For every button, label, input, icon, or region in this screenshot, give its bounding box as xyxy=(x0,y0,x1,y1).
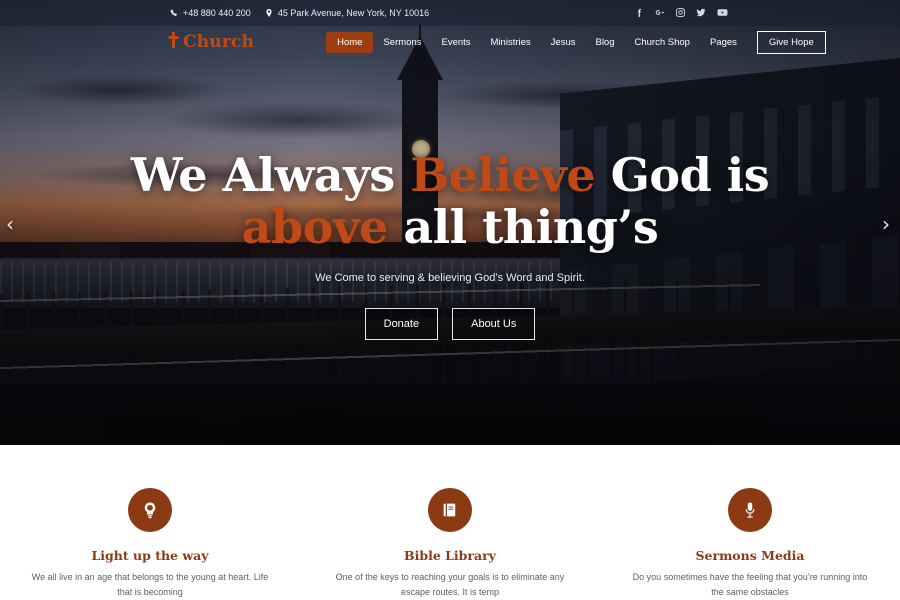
hero-buttons: Donate About Us xyxy=(0,307,900,340)
book-icon xyxy=(441,501,459,519)
features-section: Light up the way We all live in an age t… xyxy=(0,445,900,600)
feature-title: Sermons Media xyxy=(695,548,805,563)
nav-item-ministries[interactable]: Ministries xyxy=(481,32,541,53)
microphone-icon-circle xyxy=(728,488,772,532)
hero-content: We Always Believe God is above all thing… xyxy=(0,148,900,340)
headline-part-3: all thing’s xyxy=(387,199,659,254)
feature-title: Bible Library xyxy=(404,548,496,563)
slider-next-arrow-icon[interactable]: › xyxy=(882,214,890,234)
hero-headline: We Always Believe God is above all thing… xyxy=(0,148,900,254)
headline-part-1: We Always xyxy=(130,148,411,202)
top-contact-group: +48 880 440 200 45 Park Avenue, New York… xyxy=(170,8,429,18)
book-icon-circle xyxy=(428,488,472,532)
nav-item-church-shop[interactable]: Church Shop xyxy=(625,32,700,53)
nav-item-home[interactable]: Home xyxy=(326,31,374,53)
feature-text: Do you sometimes have the feeling that y… xyxy=(632,572,868,597)
headline-part-2: God is xyxy=(595,148,770,202)
address-text: 45 Park Avenue, New York, NY 10016 xyxy=(277,8,430,18)
nav-item-jesus[interactable]: Jesus xyxy=(541,32,586,53)
map-pin-icon xyxy=(265,9,273,17)
donate-button[interactable]: Donate xyxy=(364,307,439,340)
nav-item-events[interactable]: Events xyxy=(431,32,480,53)
phone-item[interactable]: +48 880 440 200 xyxy=(170,8,251,18)
twitter-icon[interactable] xyxy=(696,8,706,19)
slider-prev-arrow-icon[interactable]: ‹ xyxy=(6,214,14,234)
lightbulb-icon xyxy=(141,501,159,519)
feature-text: One of the keys to reaching your goals i… xyxy=(335,572,565,597)
headline-highlight-2: above xyxy=(241,199,389,254)
main-navigation: Church Home Sermons Events Ministries Je… xyxy=(0,26,900,58)
nav-item-blog[interactable]: Blog xyxy=(585,32,624,53)
feature-card[interactable]: Bible Library One of the keys to reachin… xyxy=(300,488,600,600)
nav-item-sermons[interactable]: Sermons xyxy=(373,32,431,53)
facebook-icon[interactable] xyxy=(635,8,644,19)
phone-number: +48 880 440 200 xyxy=(183,8,251,18)
hero-slider: +48 880 440 200 45 Park Avenue, New York… xyxy=(0,0,900,445)
google-plus-icon[interactable] xyxy=(655,8,665,19)
logo-text: Church xyxy=(183,32,255,52)
youtube-icon[interactable] xyxy=(717,8,728,19)
hero-subtitle: We Come to serving & believing God’s Wor… xyxy=(315,271,585,284)
feature-card[interactable]: Sermons Media Do you sometimes have the … xyxy=(600,488,900,600)
feature-title: Light up the way xyxy=(91,548,209,563)
feature-card[interactable]: Light up the way We all live in an age t… xyxy=(0,488,300,600)
nav-links: Home Sermons Events Ministries Jesus Blo… xyxy=(326,30,826,54)
instagram-icon[interactable] xyxy=(676,7,685,19)
social-links xyxy=(635,7,728,19)
lightbulb-icon-circle xyxy=(128,488,172,532)
address-item[interactable]: 45 Park Avenue, New York, NY 10016 xyxy=(265,8,429,18)
cross-icon xyxy=(168,31,179,53)
feature-text: We all live in an age that belongs to th… xyxy=(31,572,269,597)
nav-item-pages[interactable]: Pages xyxy=(700,32,747,53)
phone-icon xyxy=(170,9,178,17)
microphone-icon xyxy=(741,501,759,519)
headline-highlight-1: Believe xyxy=(410,148,596,202)
top-info-bar: +48 880 440 200 45 Park Avenue, New York… xyxy=(0,0,900,26)
about-us-button[interactable]: About Us xyxy=(452,307,536,340)
give-hope-button[interactable]: Give Hope xyxy=(756,30,826,54)
site-logo[interactable]: Church xyxy=(168,31,255,53)
